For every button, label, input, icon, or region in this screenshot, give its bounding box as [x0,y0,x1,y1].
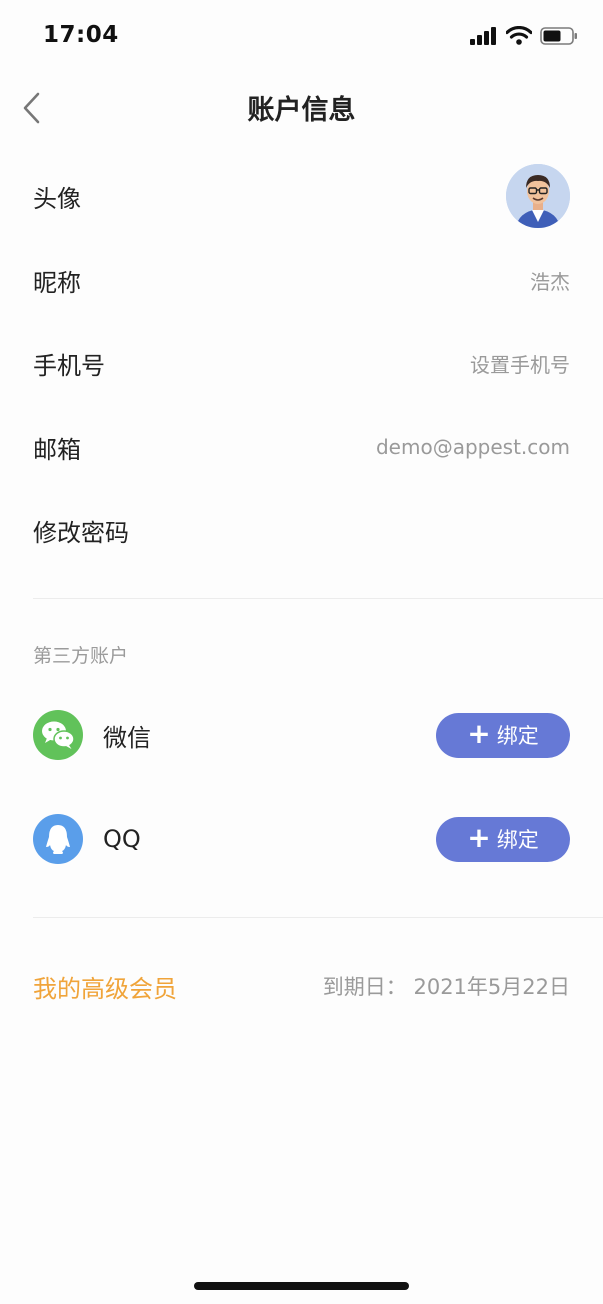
email-label: 邮箱 [33,435,81,464]
divider [33,598,603,599]
vip-label: 我的高级会员 [33,974,177,1003]
wifi-icon [506,26,532,45]
nickname-value: 浩杰 [530,269,570,294]
bind-wechat-button[interactable]: + 绑定 [436,712,570,758]
nav-bar: 账户信息 [0,78,603,138]
nickname-row[interactable]: 昵称 浩杰 [33,260,570,300]
wechat-row: 微信 + 绑定 [33,710,570,760]
wechat-label: 微信 [103,723,151,752]
qq-row: QQ + 绑定 [33,814,570,864]
vip-expiry-date: 到期日： 2021年5月22日 [322,975,570,999]
bind-wechat-label: 绑定 [496,724,539,748]
phone-row[interactable]: 手机号 设置手机号 [33,343,570,383]
home-indicator [194,1282,409,1290]
page-title: 账户信息 [247,95,356,126]
status-bar: 17:04 [0,0,603,70]
bind-qq-label: 绑定 [496,828,539,852]
battery-icon [540,26,577,45]
qq-icon [33,814,83,864]
vip-row[interactable]: 我的高级会员 到期日： 2021年5月22日 [33,966,570,1006]
email-row[interactable]: 邮箱 demo@appest.com [33,427,570,467]
status-time: 17:04 [43,22,119,48]
change-password-row[interactable]: 修改密码 [33,510,570,550]
avatar[interactable] [506,164,570,228]
avatar-row[interactable]: 头像 [33,163,570,229]
plus-icon: + [467,716,491,750]
nickname-label: 昵称 [33,268,81,297]
divider [33,917,603,918]
bind-qq-button[interactable]: + 绑定 [436,816,570,862]
status-icons [470,26,578,45]
email-value: demo@appest.com [375,435,570,459]
change-password-label: 修改密码 [33,518,129,547]
phone-label: 手机号 [33,351,105,380]
third-party-section-title: 第三方账户 [33,645,129,667]
signal-icon [470,26,496,45]
qq-label: QQ [103,825,141,853]
phone-value: 设置手机号 [470,352,570,377]
plus-icon: + [467,820,491,854]
avatar-image [506,164,570,228]
wechat-icon [33,710,83,760]
avatar-label: 头像 [33,184,81,213]
